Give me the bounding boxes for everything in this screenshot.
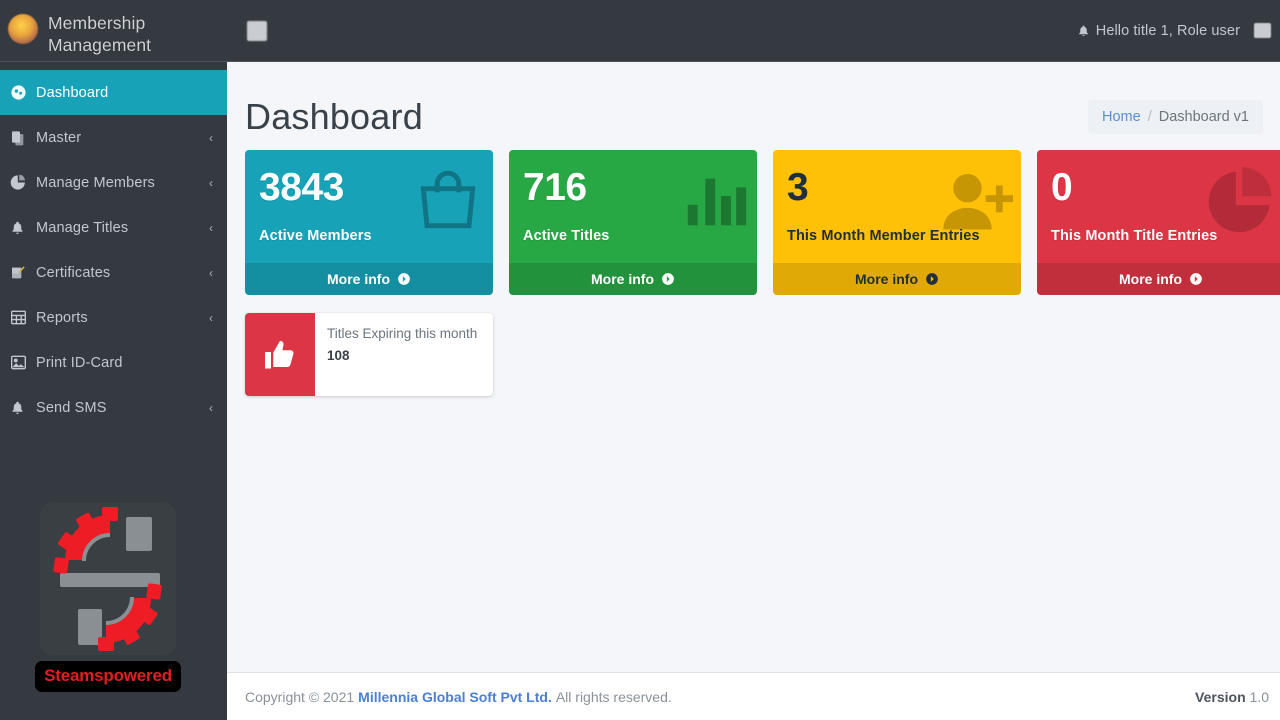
- sidebar: Membership Management Dashboard Master ‹: [0, 0, 227, 720]
- brand-title: Membership Management: [48, 13, 152, 56]
- stat-card-more-info-label: More info: [591, 271, 654, 287]
- bell-icon: [10, 400, 36, 416]
- sidebar-item-label: Manage Members: [36, 174, 155, 191]
- breadcrumb: Home / Dashboard v1: [1088, 100, 1263, 134]
- sidebar-item-label: Master: [36, 129, 82, 146]
- image-icon: [10, 355, 36, 370]
- user-greeting[interactable]: Hello title 1, Role user: [1077, 23, 1240, 39]
- sidebar-item-label: Certificates: [36, 264, 111, 281]
- stat-card-more-info[interactable]: More info: [245, 263, 493, 295]
- sidebar-item-dashboard[interactable]: Dashboard: [0, 70, 227, 115]
- chevron-left-icon: ‹: [209, 130, 213, 145]
- footer-company-link[interactable]: Millennia Global Soft Pvt Ltd.: [358, 689, 552, 705]
- copy-icon: [10, 130, 36, 146]
- footer: Copyright © 2021 Millennia Global Soft P…: [227, 672, 1280, 720]
- stat-card-label: This Month Member Entries: [787, 228, 980, 244]
- sidebar-item-manage-members[interactable]: Manage Members ‹: [0, 160, 227, 205]
- bell-icon: [10, 220, 36, 236]
- footer-version-label: Version: [1195, 688, 1246, 705]
- stat-card-label: Active Titles: [523, 228, 610, 244]
- stat-card-active-members: 3843 Active Members More info: [245, 150, 493, 295]
- sidebar-item-certificates[interactable]: Certificates ‹: [0, 250, 227, 295]
- table-grid-icon: [10, 310, 36, 325]
- breadcrumb-separator: /: [1147, 109, 1152, 125]
- footer-version-value: 1.0: [1249, 688, 1269, 705]
- breadcrumb-current: Dashboard v1: [1158, 109, 1249, 125]
- sidebar-item-label: Send SMS: [36, 399, 107, 416]
- arrow-circle-right-icon: [1189, 272, 1203, 286]
- sidebar-item-manage-titles[interactable]: Manage Titles ‹: [0, 205, 227, 250]
- infobox-content: Titles Expiring this month 108: [315, 313, 493, 396]
- user-avatar: [8, 14, 38, 44]
- bell-icon: [1077, 24, 1090, 38]
- infobox-titles-expiring: Titles Expiring this month 108: [245, 313, 493, 396]
- stat-card-body: 3843 Active Members: [245, 150, 493, 263]
- content-header: Dashboard Home / Dashboard v1: [227, 62, 1280, 148]
- pie-chart-icon: [10, 174, 36, 191]
- footer-copyright-prefix: Copyright © 2021: [245, 688, 355, 705]
- stat-cards-row: 3843 Active Members More info 716 Active…: [245, 150, 1280, 295]
- stat-card-number: 3843: [259, 166, 344, 209]
- stat-card-number: 0: [1051, 166, 1073, 209]
- stat-card-month-title-entries: 0 This Month Title Entries More info: [1037, 150, 1280, 295]
- sidebar-item-label: Reports: [36, 309, 88, 326]
- stat-card-label: Active Members: [259, 228, 372, 244]
- stat-card-body: 3 This Month Member Entries: [773, 150, 1021, 263]
- page-title: Dashboard: [245, 96, 423, 137]
- sidebar-item-master[interactable]: Master ‹: [0, 115, 227, 160]
- arrow-circle-right-icon: [397, 272, 411, 286]
- infobox-label: Titles Expiring this month: [327, 326, 478, 341]
- dashboard-icon: [10, 84, 36, 101]
- sidebar-item-label: Print ID-Card: [36, 354, 123, 371]
- sidebar-item-label: Manage Titles: [36, 219, 129, 236]
- sidebar-item-print-id-card[interactable]: Print ID-Card: [0, 340, 227, 385]
- sidebar-item-send-sms[interactable]: Send SMS ‹: [0, 385, 227, 430]
- stat-card-more-info-label: More info: [1119, 271, 1182, 287]
- stat-card-more-info[interactable]: More info: [509, 263, 757, 295]
- chevron-left-icon: ‹: [209, 310, 213, 325]
- stat-card-more-info[interactable]: More info: [1037, 263, 1280, 295]
- sidebar-brand[interactable]: Membership Management: [0, 0, 227, 62]
- stat-card-more-info[interactable]: More info: [773, 263, 1021, 295]
- chevron-left-icon: ‹: [209, 265, 213, 280]
- sidebar-item-reports[interactable]: Reports ‹: [0, 295, 227, 340]
- fullscreen-icon[interactable]: [1254, 23, 1271, 38]
- thumbs-up-icon: [245, 313, 315, 396]
- sidebar-item-label: Dashboard: [36, 84, 109, 101]
- chevron-left-icon: ‹: [209, 175, 213, 190]
- breadcrumb-home[interactable]: Home: [1102, 109, 1141, 125]
- content-body: 3843 Active Members More info 716 Active…: [227, 148, 1280, 672]
- stat-card-more-info-label: More info: [855, 271, 918, 287]
- infobox-value: 108: [327, 347, 350, 363]
- stat-card-body: 0 This Month Title Entries: [1037, 150, 1280, 263]
- stat-card-label: This Month Title Entries: [1051, 228, 1218, 244]
- main-area: Hello title 1, Role user Dashboard Home …: [227, 0, 1280, 720]
- footer-rights: All rights reserved.: [555, 688, 672, 705]
- hamburger-icon[interactable]: [247, 20, 267, 41]
- steamspowered-watermark: Steamspowered: [35, 503, 181, 692]
- chevron-left-icon: ‹: [209, 220, 213, 235]
- user-greeting-label: Hello title 1, Role user: [1095, 22, 1240, 39]
- footer-version: Version 1.0: [1195, 689, 1269, 705]
- stat-card-number: 3: [787, 166, 809, 209]
- stat-card-month-member-entries: 3 This Month Member Entries More info: [773, 150, 1021, 295]
- stat-card-more-info-label: More info: [327, 271, 390, 287]
- chevron-left-icon: ‹: [209, 400, 213, 415]
- topbar: Hello title 1, Role user: [227, 0, 1280, 62]
- watermark-label: Steamspowered: [35, 661, 181, 692]
- arrow-circle-right-icon: [661, 272, 675, 286]
- arrow-circle-right-icon: [925, 272, 939, 286]
- stat-card-number: 716: [523, 166, 587, 209]
- gear-logo-icon: [40, 503, 176, 655]
- sidebar-nav: Dashboard Master ‹ Manage Members ‹ Mana…: [0, 62, 227, 430]
- stat-card-active-titles: 716 Active Titles More info: [509, 150, 757, 295]
- app-root: Membership Management Dashboard Master ‹: [0, 0, 1280, 720]
- topbar-right-group: Hello title 1, Role user: [1077, 23, 1271, 39]
- edit-square-icon: [10, 265, 36, 281]
- stat-card-body: 716 Active Titles: [509, 150, 757, 263]
